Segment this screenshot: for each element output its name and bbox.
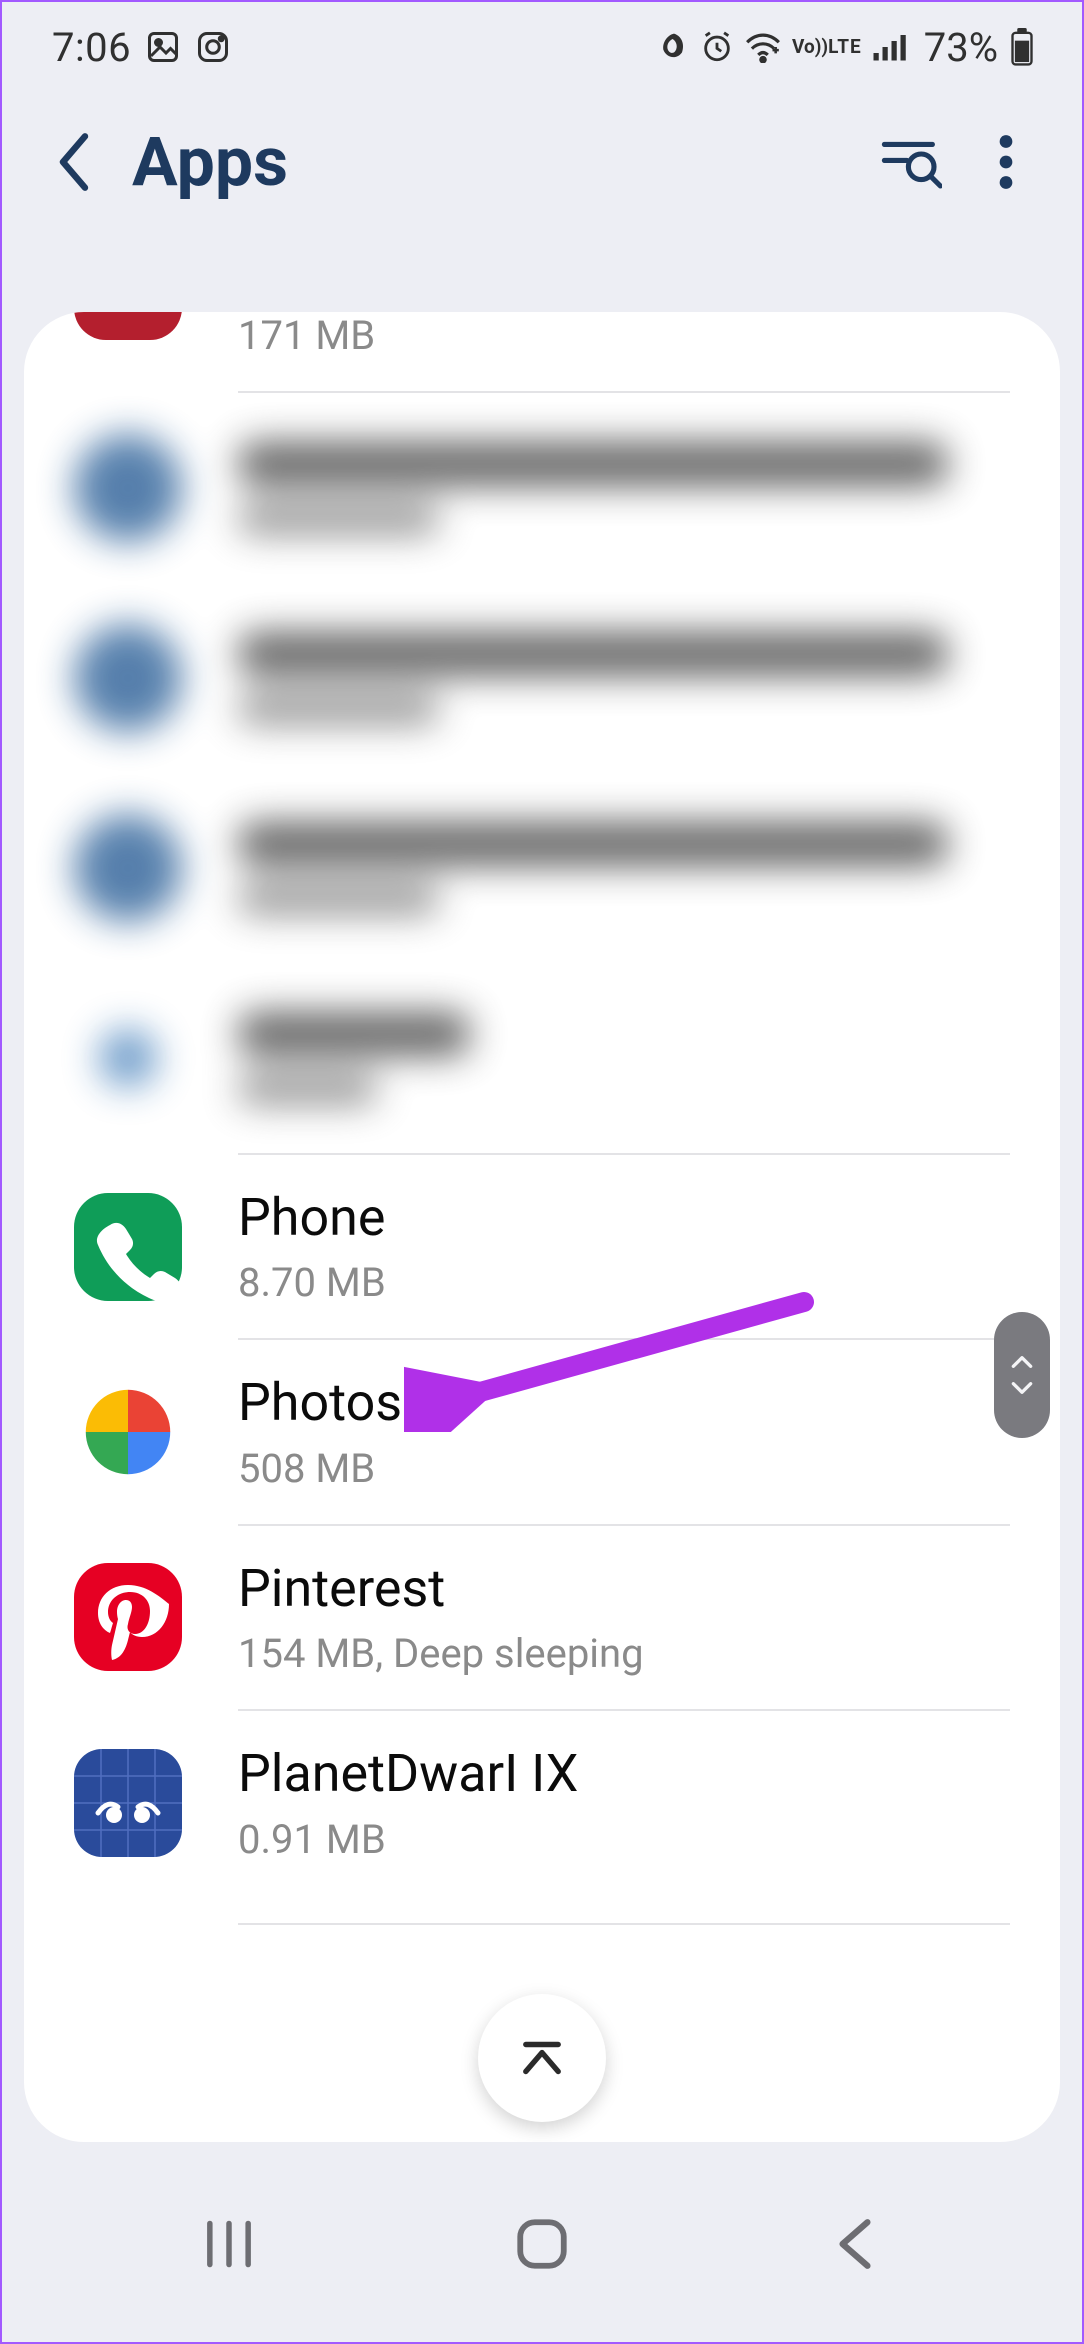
redacted-rows — [24, 393, 1060, 1153]
battery-percent: 73% — [924, 24, 998, 71]
pinterest-app-icon — [74, 1563, 182, 1671]
gallery-icon — [145, 29, 181, 65]
nav-home-button[interactable] — [482, 2204, 602, 2284]
photos-app-icon — [74, 1378, 182, 1486]
more-options-button[interactable] — [966, 122, 1046, 202]
wifi-icon — [744, 31, 782, 63]
alarm-icon — [700, 30, 734, 64]
list-item-pinterest[interactable]: Pinterest 154 MB, Deep sleeping — [24, 1526, 1060, 1709]
nav-recents-button[interactable] — [169, 2204, 289, 2284]
planet-app-icon — [74, 1749, 182, 1857]
app-bar: Apps — [2, 92, 1082, 232]
filter-search-button[interactable] — [870, 122, 950, 202]
nav-back-button[interactable] — [795, 2204, 915, 2284]
app-name: Photos — [238, 1372, 1010, 1434]
chevron-down-icon — [1009, 1378, 1035, 1398]
list-item-photos[interactable]: Photos 508 MB — [24, 1340, 1060, 1523]
list-item[interactable]: 171 MB — [24, 312, 1060, 391]
list-item-planetdwar[interactable]: PlanetDwarI IX 0.91 MB — [24, 1711, 1060, 1922]
app-icon — [74, 312, 182, 344]
app-size: 8.70 MB — [238, 1259, 1010, 1306]
back-button[interactable] — [38, 126, 110, 198]
status-bar: 7:06 Vo))LTE 73% — [2, 2, 1082, 92]
app-size: 171 MB — [238, 312, 1010, 359]
app-size: 0.91 MB — [238, 1816, 1010, 1863]
separator — [238, 1923, 1010, 1925]
apps-list-card: 171 MB Phone 8.70 MB — [24, 312, 1060, 2142]
app-size: 154 MB, Deep sleeping — [238, 1630, 1010, 1677]
status-left: 7:06 — [52, 24, 231, 71]
battery-icon — [1010, 28, 1034, 66]
instagram-icon — [195, 29, 231, 65]
jump-to-top-button[interactable] — [478, 1994, 606, 2122]
fast-scroll-handle[interactable] — [994, 1312, 1050, 1438]
leaf-icon — [658, 31, 690, 63]
navigation-bar — [2, 2172, 1082, 2342]
app-size: 508 MB — [238, 1445, 1010, 1492]
chevron-up-icon — [1009, 1352, 1035, 1372]
list-item-phone[interactable]: Phone 8.70 MB — [24, 1155, 1060, 1338]
page-title: Apps — [132, 122, 854, 202]
signal-icon — [872, 32, 908, 62]
status-time: 7:06 — [52, 24, 131, 71]
phone-app-icon — [74, 1193, 182, 1301]
status-right: Vo))LTE 73% — [658, 24, 1034, 71]
app-name: PlanetDwarI IX — [238, 1743, 1010, 1805]
apps-list[interactable]: 171 MB Phone 8.70 MB — [24, 312, 1060, 2142]
app-name: Pinterest — [238, 1558, 1010, 1620]
volte-icon: Vo))LTE — [792, 39, 862, 55]
app-name: Phone — [238, 1187, 1010, 1249]
